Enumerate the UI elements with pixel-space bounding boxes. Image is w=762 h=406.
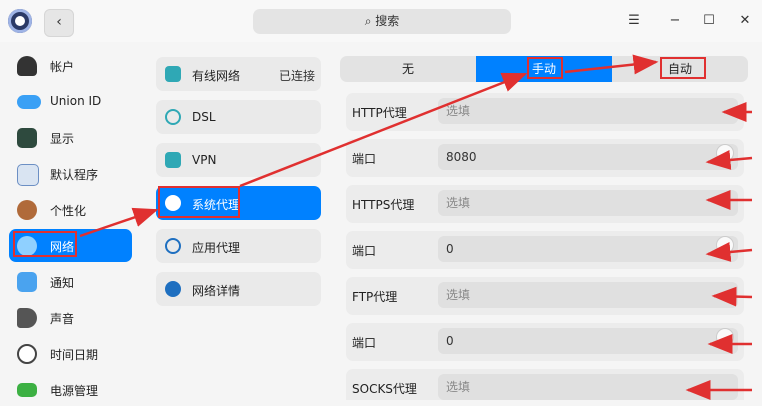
field-label: HTTPS代理 bbox=[352, 198, 415, 212]
sidebar-item-personalization[interactable]: 个性化 bbox=[9, 193, 132, 226]
sidebar-item-sound[interactable]: 声音 bbox=[9, 301, 132, 334]
personalization-icon bbox=[17, 200, 37, 220]
search-placeholder: 搜索 bbox=[375, 14, 400, 28]
http-proxy-input[interactable]: 选填 bbox=[438, 98, 738, 124]
field-label: FTP代理 bbox=[352, 290, 398, 304]
cloud-icon bbox=[17, 95, 41, 109]
sidebar-item-label: 声音 bbox=[50, 312, 75, 326]
clock-icon bbox=[17, 344, 37, 364]
annotation-box bbox=[158, 186, 240, 218]
sidebar-item-label: 通知 bbox=[50, 276, 75, 290]
annotation-box bbox=[660, 57, 706, 79]
ftp-proxy-input[interactable]: 选填 bbox=[438, 282, 738, 308]
search-icon: ⌕ bbox=[364, 14, 376, 28]
menu-item-label: VPN bbox=[192, 153, 217, 167]
sidebar-item-label: Union ID bbox=[50, 94, 102, 108]
default-apps-icon bbox=[17, 164, 39, 186]
menu-item-dsl[interactable]: DSL bbox=[156, 100, 321, 134]
sidebar-item-display[interactable]: 显示 bbox=[9, 121, 132, 154]
spinner-icon[interactable] bbox=[716, 236, 734, 254]
sidebar-item-union-id[interactable]: Union ID bbox=[9, 85, 132, 118]
spinner-icon[interactable] bbox=[716, 328, 734, 346]
sidebar-item-label: 显示 bbox=[50, 132, 75, 146]
sidebar-item-label: 时间日期 bbox=[50, 348, 99, 362]
field-label: HTTP代理 bbox=[352, 106, 407, 120]
app-logo-icon bbox=[8, 9, 32, 33]
minimize-button[interactable]: − bbox=[666, 12, 684, 30]
menu-item-label: DSL bbox=[192, 110, 216, 124]
app-proxy-icon bbox=[165, 238, 181, 254]
sidebar-item-datetime[interactable]: 时间日期 bbox=[9, 337, 132, 370]
spinner-icon[interactable] bbox=[716, 144, 734, 162]
ftp-port-input[interactable]: 0 bbox=[438, 328, 738, 354]
https-port-input[interactable]: 0 bbox=[438, 236, 738, 262]
close-button[interactable]: ✕ bbox=[736, 12, 754, 30]
vpn-icon bbox=[165, 152, 181, 168]
account-icon bbox=[17, 56, 37, 76]
annotation-box bbox=[13, 231, 77, 257]
socks-proxy-row: SOCKS代理 选填 bbox=[346, 369, 744, 400]
power-icon bbox=[17, 383, 37, 397]
menu-item-label: 应用代理 bbox=[192, 241, 241, 255]
sound-icon bbox=[17, 308, 37, 328]
sidebar-item-account[interactable]: 帐户 bbox=[9, 49, 132, 82]
menu-item-label: 有线网络 bbox=[192, 69, 241, 83]
settings-sidebar: 帐户 Union ID 显示 默认程序 个性化 网络 通知 声音 时间日期 电源… bbox=[0, 42, 140, 400]
menu-item-vpn[interactable]: VPN bbox=[156, 143, 321, 177]
ftp-proxy-row: FTP代理 选填 bbox=[346, 277, 744, 315]
socks-proxy-input[interactable]: 选填 bbox=[438, 374, 738, 400]
back-button[interactable]: ‹ bbox=[44, 9, 74, 37]
annotation-box bbox=[527, 57, 563, 79]
field-label: SOCKS代理 bbox=[352, 382, 417, 396]
info-icon bbox=[165, 281, 181, 297]
sidebar-item-label: 帐户 bbox=[50, 60, 75, 74]
menu-icon[interactable]: ☰ bbox=[625, 12, 643, 30]
notification-icon bbox=[17, 272, 37, 292]
display-icon bbox=[17, 128, 37, 148]
menu-item-network-details[interactable]: 网络详情 bbox=[156, 272, 321, 306]
network-menu: 有线网络 已连接 DSL VPN 系统代理 应用代理 网络详情 bbox=[146, 42, 332, 400]
sidebar-item-power[interactable]: 电源管理 bbox=[9, 373, 132, 406]
sidebar-item-notification[interactable]: 通知 bbox=[9, 265, 132, 298]
sidebar-item-label: 个性化 bbox=[50, 204, 87, 218]
connection-status: 已连接 bbox=[278, 69, 315, 83]
field-label: 端口 bbox=[352, 152, 377, 166]
wired-network-icon bbox=[165, 66, 181, 82]
ftp-port-row: 端口 0 bbox=[346, 323, 744, 361]
https-proxy-input[interactable]: 选填 bbox=[438, 190, 738, 216]
http-port-input[interactable]: 8080 bbox=[438, 144, 738, 170]
https-port-row: 端口 0 bbox=[346, 231, 744, 269]
https-proxy-row: HTTPS代理 选填 bbox=[346, 185, 744, 223]
search-box[interactable]: ⌕ 搜索 bbox=[253, 9, 511, 34]
http-proxy-row: HTTP代理 选填 bbox=[346, 93, 744, 131]
field-label: 端口 bbox=[352, 336, 377, 350]
menu-item-label: 网络详情 bbox=[192, 284, 241, 298]
http-port-row: 端口 8080 bbox=[346, 139, 744, 177]
field-label: 端口 bbox=[352, 244, 377, 258]
dsl-icon bbox=[165, 109, 181, 125]
menu-item-app-proxy[interactable]: 应用代理 bbox=[156, 229, 321, 263]
title-bar: ‹ ⌕ 搜索 ☰ − ☐ ✕ bbox=[0, 0, 762, 42]
sidebar-item-label: 电源管理 bbox=[50, 384, 99, 398]
menu-item-wired[interactable]: 有线网络 已连接 bbox=[156, 57, 321, 91]
sidebar-item-default-apps[interactable]: 默认程序 bbox=[9, 157, 132, 190]
mode-none-option[interactable]: 无 bbox=[340, 56, 476, 82]
maximize-button[interactable]: ☐ bbox=[700, 12, 718, 30]
sidebar-item-label: 默认程序 bbox=[50, 168, 99, 182]
